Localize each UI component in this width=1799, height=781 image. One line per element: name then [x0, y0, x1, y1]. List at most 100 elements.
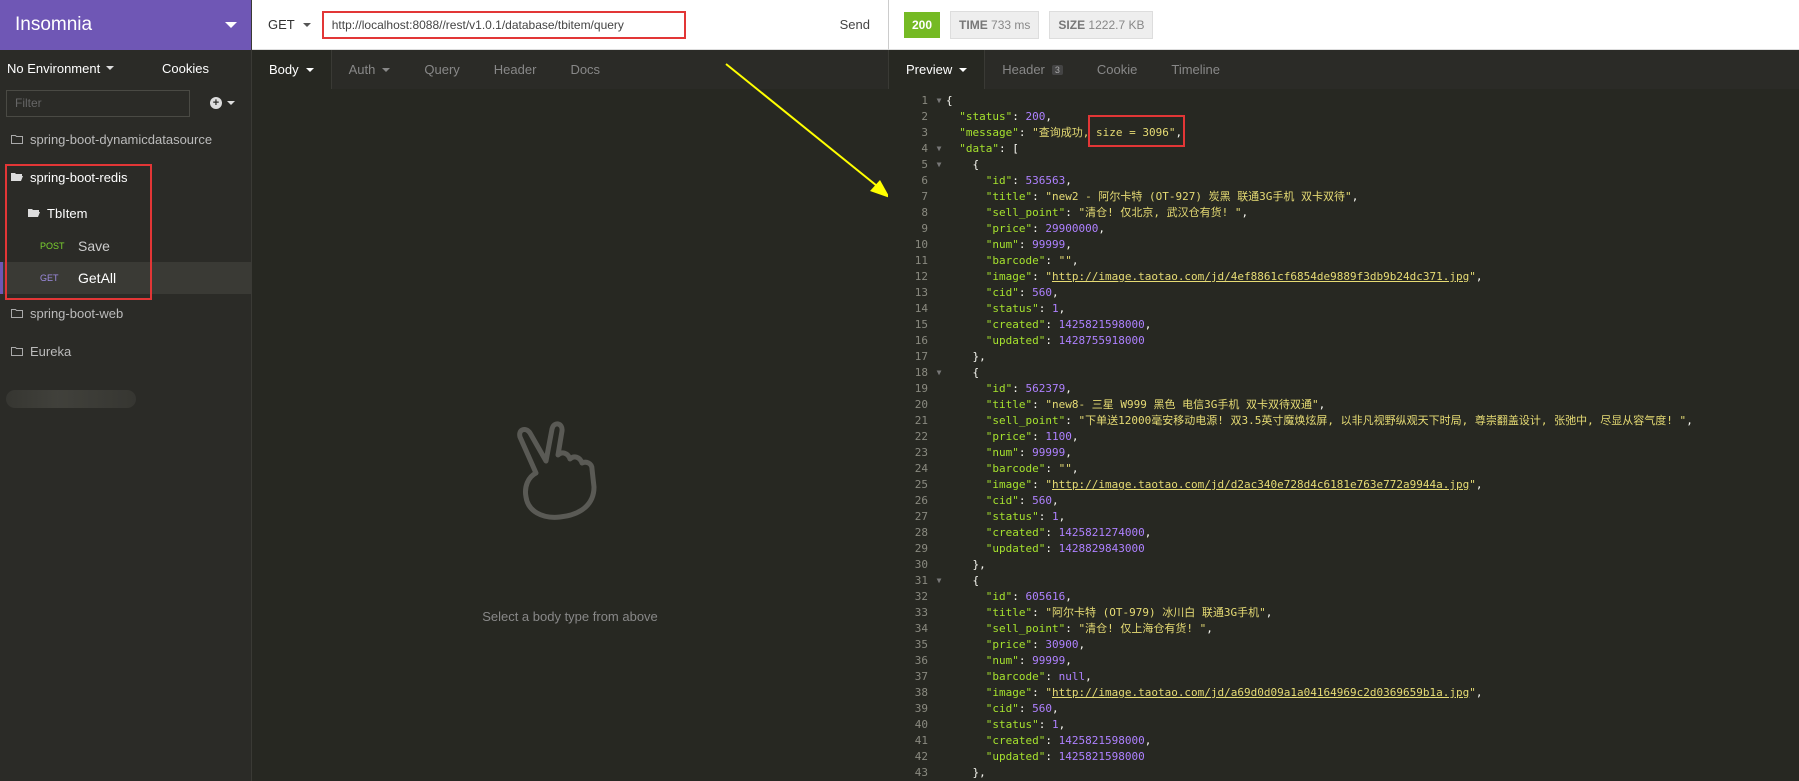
code-token: 99999: [1032, 446, 1066, 459]
line-number: 2: [921, 110, 928, 123]
image-link[interactable]: http://image.taotao.com/jd/a69d0d09a1a04…: [1052, 686, 1469, 699]
tab-body[interactable]: Body: [252, 50, 332, 89]
tab-timeline[interactable]: Timeline: [1154, 50, 1237, 89]
fold-arrow-icon[interactable]: ▼: [932, 93, 946, 109]
line-number: 23: [914, 446, 928, 459]
code-token: ,: [1265, 606, 1273, 619]
response-tabs: Preview Header 3 Cookie Timeline: [888, 50, 1799, 89]
code-token: ,: [1065, 654, 1072, 667]
code-token: ,: [1052, 494, 1059, 507]
code-line: 13 "cid": 560,: [888, 285, 1693, 301]
code-text: "title": "new8- 三星 W999 黑色 电信3G手机 双卡双待双通…: [946, 397, 1325, 413]
folder-eureka[interactable]: Eureka: [0, 332, 251, 370]
tab-preview[interactable]: Preview: [889, 50, 986, 89]
response-preview[interactable]: 1 ▼{2 "status": 200, 3 "message": "查询成功, s…: [888, 89, 1799, 781]
fold-arrow-icon[interactable]: ▼: [932, 141, 946, 157]
code-text: "num": 99999,: [946, 237, 1072, 253]
fold-gutter: [932, 637, 946, 653]
fold-arrow-icon[interactable]: ▼: [932, 157, 946, 173]
code-line: 24 "barcode": "",: [888, 461, 1693, 477]
tab-response-header[interactable]: Header 3: [985, 50, 1080, 89]
code-token: "": [1058, 254, 1072, 267]
fold-arrow-icon[interactable]: ▼: [932, 365, 946, 381]
code-text: "num": 99999,: [946, 653, 1072, 669]
line-number: 16: [914, 334, 928, 347]
url-input[interactable]: http://localhost:8088//rest/v1.0.1/datab…: [321, 10, 686, 39]
fold-gutter: [932, 541, 946, 557]
tab-label: Header: [493, 62, 537, 77]
code-token: ,: [1206, 622, 1213, 635]
code-line: 37 "barcode": null,: [888, 669, 1693, 685]
code-token: ,: [1318, 398, 1326, 411]
code-text: "barcode": "",: [946, 253, 1079, 269]
tab-query[interactable]: Query: [407, 50, 476, 89]
code-token: "cid": [985, 494, 1019, 507]
code-token: ,: [1058, 718, 1066, 731]
code-token: :: [1032, 398, 1046, 411]
code-text: {: [946, 365, 979, 381]
code-token: ,: [1065, 590, 1072, 603]
line-number: 35: [914, 638, 928, 651]
code-token: ,: [1475, 478, 1483, 491]
fold-gutter: [932, 413, 946, 429]
code-line: 3 "message": "查询成功, size = 3096",: [888, 125, 1693, 141]
fold-gutter: [932, 125, 946, 141]
code-token: 30900: [1045, 638, 1079, 651]
code-token: "": [1058, 462, 1072, 475]
code-line: 43 },: [888, 765, 1693, 781]
image-link[interactable]: http://image.taotao.com/jd/4ef8861cf6854…: [1052, 270, 1469, 283]
code-token: "price": [985, 222, 1033, 235]
code-line: 41 "created": 1425821598000,: [888, 733, 1693, 749]
send-button[interactable]: Send: [840, 17, 870, 32]
tab-docs[interactable]: Docs: [553, 50, 617, 89]
code-token: "num": [985, 238, 1019, 251]
fold-gutter: [932, 701, 946, 717]
code-token: :: [1045, 462, 1059, 475]
environment-dropdown[interactable]: No Environment: [7, 61, 115, 76]
filter-input[interactable]: [6, 89, 190, 117]
line-number: 17: [914, 350, 928, 363]
fold-arrow-icon[interactable]: ▼: [932, 573, 946, 589]
code-token: },: [946, 350, 986, 363]
code-token: :: [1018, 126, 1033, 139]
code-line: 17 },: [888, 349, 1693, 365]
folder-icon: [11, 309, 23, 318]
code-token: :: [1018, 702, 1033, 715]
code-token: ,: [1144, 318, 1152, 331]
code-line: 5 ▼ {: [888, 157, 1693, 173]
fold-gutter: [932, 557, 946, 573]
size-label: SIZE: [1058, 17, 1086, 32]
code-token: "image": [985, 478, 1033, 491]
fold-gutter: [932, 765, 946, 781]
line-number: 3: [921, 126, 928, 139]
code-token: :: [1032, 638, 1046, 651]
tab-cookie[interactable]: Cookie: [1080, 50, 1154, 89]
code-text: "status": 200,: [946, 109, 1052, 125]
fold-gutter: [932, 445, 946, 461]
folder-spring-boot-dynamicdatasource[interactable]: spring-boot-dynamicdatasource: [0, 120, 251, 158]
tab-auth[interactable]: Auth: [332, 50, 408, 89]
code-text: "id": 562379,: [946, 381, 1072, 397]
code-token: 605616: [1025, 590, 1066, 603]
add-menu-button[interactable]: +: [210, 97, 235, 109]
cookies-button[interactable]: Cookies: [162, 61, 209, 76]
code-token: :: [1045, 526, 1059, 539]
code-token: "image": [985, 686, 1033, 699]
code-line: 33 "title": "阿尔卡特 (OT-979) 冰川白 联通3G手机",: [888, 605, 1693, 621]
code-text: "cid": 560,: [946, 493, 1059, 509]
line-number: 4: [921, 142, 928, 155]
code-text: "sell_point": "清仓! 仅北京, 武汉仓有货! ",: [946, 205, 1248, 221]
image-link[interactable]: http://image.taotao.com/jd/d2ac340e728d4…: [1052, 478, 1469, 491]
code-line: 10 "num": 99999,: [888, 237, 1693, 253]
code-token: "cid": [985, 702, 1019, 715]
chevron-down-icon: [225, 22, 237, 28]
code-token: 200: [1025, 110, 1046, 123]
fold-gutter: [932, 509, 946, 525]
workspace-menu[interactable]: Insomnia: [0, 0, 251, 50]
code-token: "created": [985, 526, 1046, 539]
method-dropdown[interactable]: GET: [268, 17, 311, 32]
tab-header[interactable]: Header: [477, 50, 554, 89]
